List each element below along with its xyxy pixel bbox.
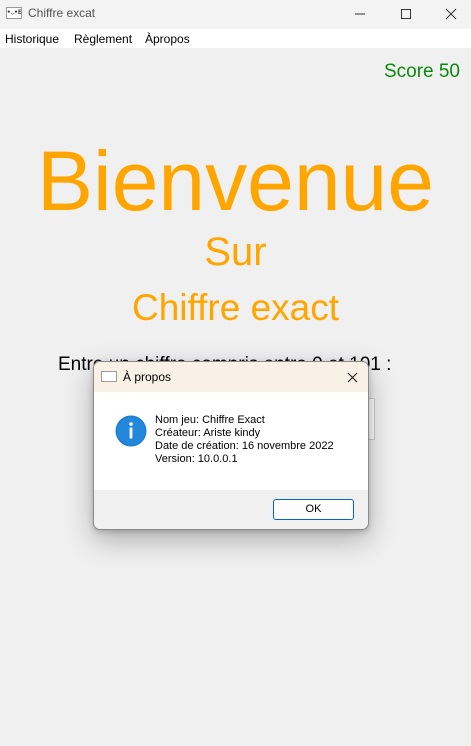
dialog-message: Nom jeu: Chiffre Exact Créateur: Ariste … (155, 414, 334, 466)
maximize-icon (401, 9, 411, 19)
score-label: Score 50 (383, 61, 460, 82)
menu-item-apropos[interactable]: Àpropos (145, 32, 190, 46)
maximize-button[interactable] (383, 0, 429, 29)
menu-item-reglement[interactable]: Règlement (74, 32, 132, 46)
about-dialog: À propos Nom jeu: Chiffre Exact Créateur… (93, 361, 369, 530)
dialog-title: À propos (123, 370, 172, 384)
on-label: Sur (204, 230, 267, 274)
close-button[interactable] (428, 0, 471, 29)
title-bar[interactable]: •◡•E Chiffre excat (0, 0, 471, 29)
menu-item-historique[interactable]: Historique (5, 32, 59, 46)
close-icon (445, 8, 457, 20)
app-icon (101, 371, 117, 382)
minimize-button[interactable] (337, 0, 383, 29)
dialog-close-button[interactable] (338, 364, 366, 390)
creator-line: Créateur: Ariste kindy (155, 427, 261, 439)
game-name-line: Nom jeu: Chiffre Exact (155, 414, 265, 426)
window-title: Chiffre excat (28, 6, 96, 20)
dialog-title-bar[interactable]: À propos (94, 362, 368, 392)
info-icon (115, 415, 147, 447)
menu-bar: Historique Règlement Àpropos (0, 29, 471, 48)
ok-button[interactable]: OK (273, 499, 354, 520)
version-line: Version: 10.0.0.1 (155, 453, 238, 465)
main-window: •◡•E Chiffre excat Historique Règlement … (0, 0, 471, 746)
minimize-icon (355, 13, 365, 15)
welcome-heading: Bienvenue (37, 134, 434, 228)
creation-date-line: Date de création: 16 novembre 2022 (155, 440, 334, 452)
app-icon: •◡•E (6, 7, 22, 19)
dialog-body: Nom jeu: Chiffre Exact Créateur: Ariste … (94, 392, 368, 490)
close-icon (347, 372, 358, 383)
app-name-heading: Chiffre exact (131, 287, 340, 328)
